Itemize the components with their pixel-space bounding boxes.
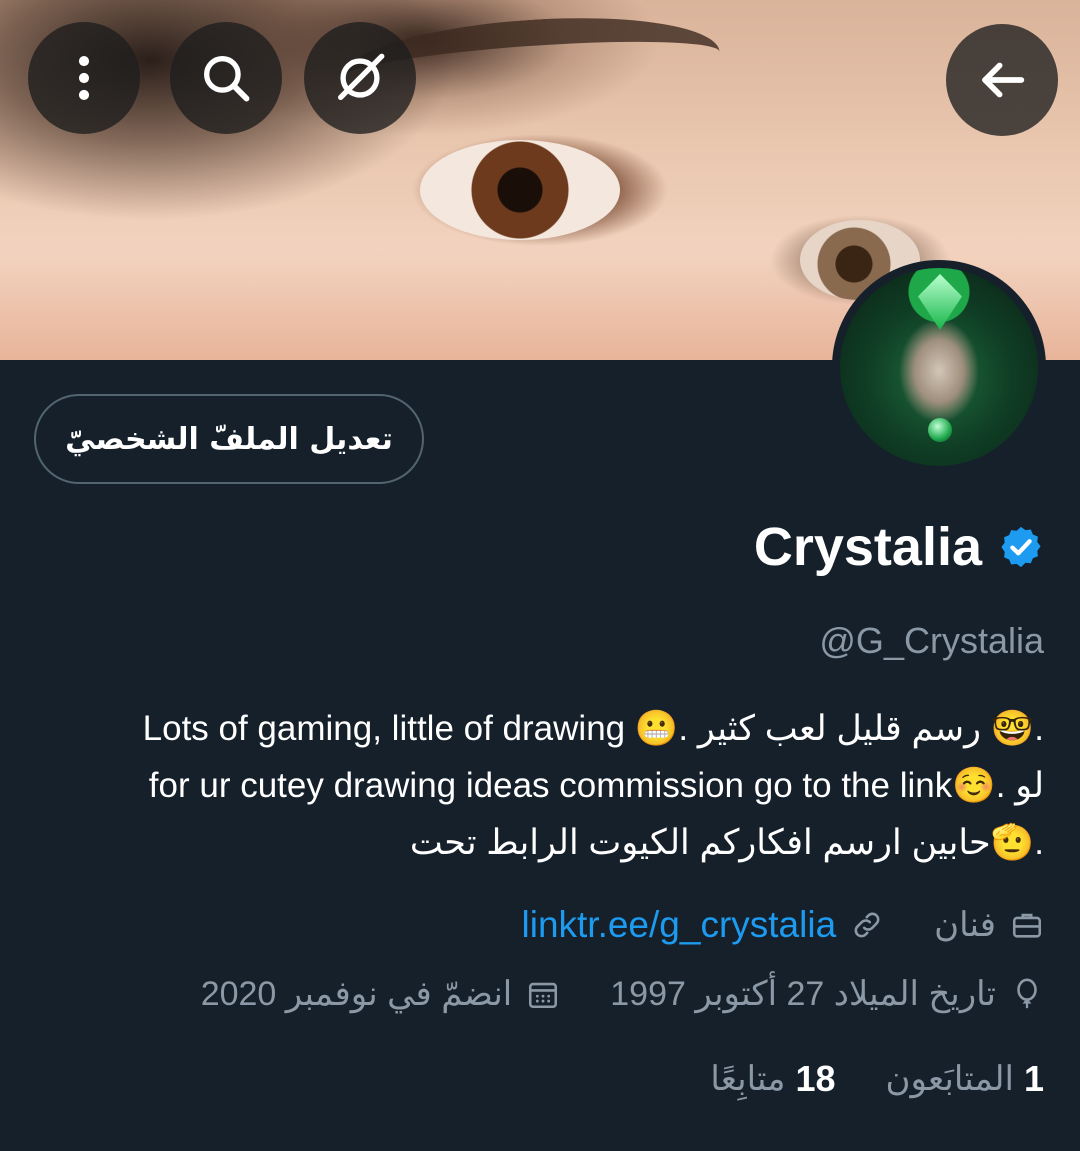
followers-count[interactable]: 1 xyxy=(1024,1058,1044,1100)
profile-meta-row: فنان linktr.ee/g_crystalia xyxy=(522,904,1045,946)
profile-dates-row: تاريخ الميلاد 27 أكتوبر 1997 انضمّ في نو… xyxy=(201,974,1044,1014)
profile-link[interactable]: linktr.ee/g_crystalia xyxy=(522,904,837,946)
profession-label: فنان xyxy=(934,906,996,944)
birthdate-label: تاريخ الميلاد 27 أكتوبر 1997 xyxy=(610,975,996,1013)
balloon-icon xyxy=(1017,978,1037,1009)
briefcase-icon xyxy=(1012,913,1042,938)
following-count[interactable]: 18 xyxy=(795,1058,835,1100)
bio-line: لو .☺️for ur cutey drawing ideas commiss… xyxy=(148,766,1044,805)
arrow-left-icon xyxy=(982,62,1025,98)
banner-art-eye xyxy=(420,140,620,240)
more-options-button[interactable] xyxy=(28,22,140,134)
profile-bio: .🤓 رسم قليل لعب كثير .😬 Lots of gaming, … xyxy=(34,700,1044,871)
back-button[interactable] xyxy=(946,24,1058,136)
edit-profile-button[interactable]: تعديل الملفّ الشخصيّ xyxy=(34,394,424,484)
avatar-art-gem xyxy=(928,418,952,442)
search-icon xyxy=(204,56,250,102)
display-name: Crystalia xyxy=(753,517,982,577)
avatar-art-crown xyxy=(918,274,962,330)
following-label[interactable]: متابِعًا xyxy=(710,1059,785,1099)
bio-line: .🤓 رسم قليل لعب كثير .😬 Lots of gaming, … xyxy=(142,709,1044,748)
grok-icon xyxy=(338,53,385,100)
search-button[interactable] xyxy=(170,22,282,134)
username-handle: @G_Crystalia xyxy=(819,620,1044,661)
profile-avatar[interactable] xyxy=(832,260,1046,474)
grok-button[interactable] xyxy=(304,22,416,134)
display-name-row: Crystalia xyxy=(754,516,1044,578)
more-vertical-icon xyxy=(78,56,90,100)
calendar-icon xyxy=(529,982,558,1009)
followers-label[interactable]: المتابَعون xyxy=(885,1059,1013,1099)
bio-line: .🫡حابين ارسم افكاركم الكيوت الرابط تحت xyxy=(409,823,1044,862)
verified-badge-icon[interactable] xyxy=(998,524,1044,570)
joined-date-label: انضمّ في نوفمبر 2020 xyxy=(200,975,513,1013)
follow-stats: 1 المتابَعون 18 متابِعًا xyxy=(710,1058,1044,1100)
link-icon xyxy=(854,912,880,938)
